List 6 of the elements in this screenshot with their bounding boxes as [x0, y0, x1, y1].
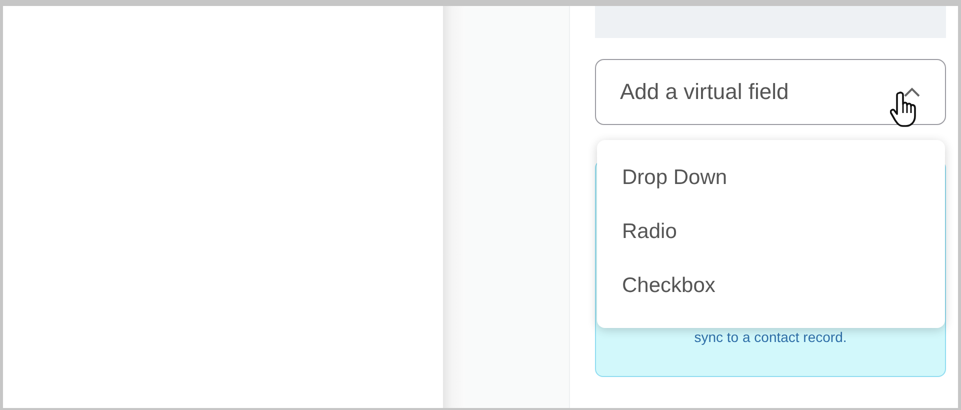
- info-text: sync to a contact record.: [694, 329, 847, 345]
- select-field[interactable]: Add a virtual field: [595, 59, 946, 125]
- menu-item[interactable]: Drop Down: [597, 151, 945, 205]
- hand-cursor-icon: [890, 91, 916, 127]
- menu-item[interactable]: Radio: [597, 205, 945, 259]
- menu-item[interactable]: Checkbox: [597, 259, 945, 313]
